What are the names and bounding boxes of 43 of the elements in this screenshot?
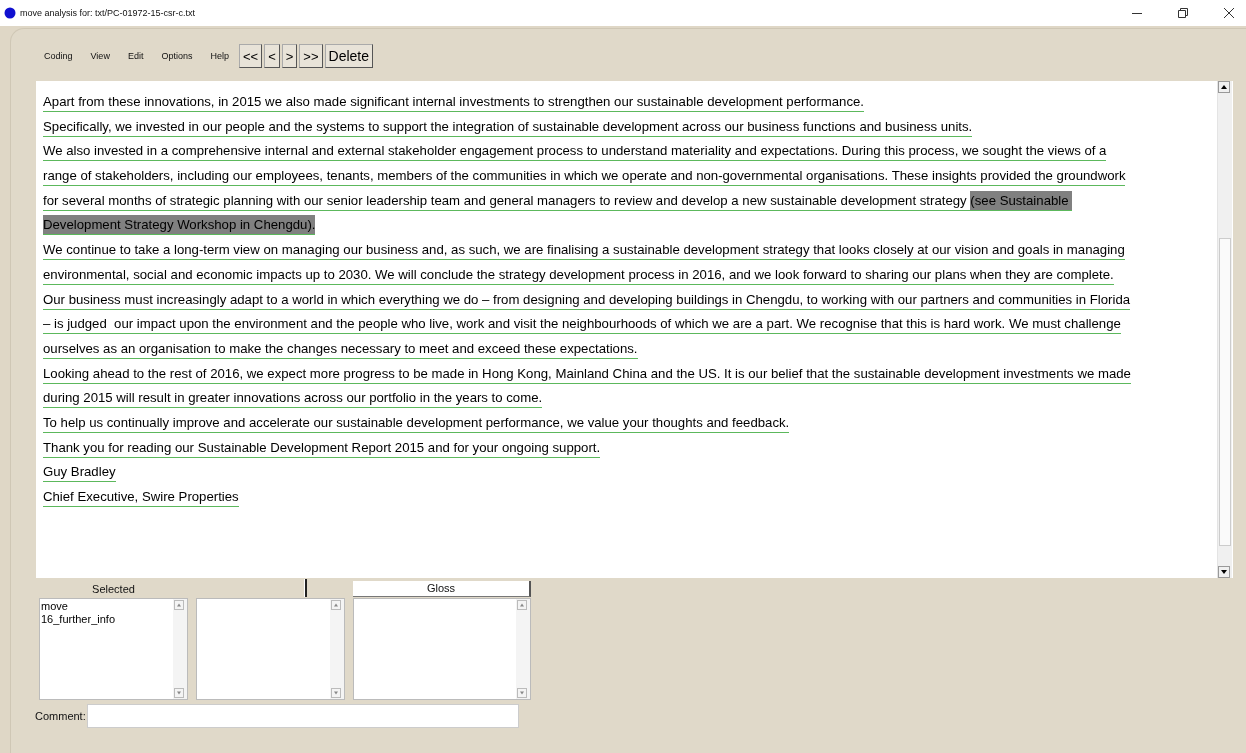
menu-item[interactable]: Options — [161, 51, 193, 61]
list-header: Selected — [92, 583, 135, 597]
divider-handle[interactable] — [304, 579, 307, 597]
list-header[interactable]: Gloss — [353, 581, 531, 597]
restore-icon[interactable] — [1178, 8, 1188, 18]
text-line: Guy Bradley — [43, 462, 116, 483]
menu-item[interactable]: Help — [210, 51, 229, 61]
text-line: ourselves as an organisation to make the changes necessary to meet and exceed these expectations. — [43, 338, 638, 359]
scroll-down-icon[interactable] — [1218, 566, 1230, 578]
list-box[interactable] — [353, 598, 531, 700]
text-line: To help us continually improve and accelerate our sustainable development performance, we value your thoughts and feedback. — [43, 412, 790, 433]
text-line: Looking ahead to the rest of 2016, we expect more progress to be made in Hong Kong, Mainland China and the US. It is our belief that the sustainable development investments we made — [43, 363, 1131, 384]
scroll-up-icon[interactable] — [1218, 81, 1230, 93]
text-line: range of stakeholders, including our employees, tenants, members of the communities in which we operate and non-governmental organisations. These insights provided the groundwork — [43, 166, 1126, 187]
menu-item[interactable]: Edit — [127, 51, 144, 61]
nav-button[interactable]: < — [264, 44, 280, 68]
nav-button[interactable]: > — [281, 44, 298, 68]
nav-button[interactable]: >> — [299, 44, 323, 68]
text-line: during 2015 will result in greater innovations across our portfolio in the years to come. — [43, 388, 543, 409]
text-line: We also invested in a comprehensive internal and external stakeholder engagement process to understand materiality and expectations. During this process, we sought the views of a — [43, 141, 1107, 162]
text-line: Specifically, we invested in our people and the systems to support the integration of sustainable development across our business functions and business units. — [43, 116, 973, 137]
comment-label: Comment: — [35, 710, 86, 722]
text-line: – is judged our impact upon the environment and the people who live, work and visit the neighbourhoods of which we are a part. We recognise that this is hard work. We must challenge — [43, 314, 1121, 335]
list-item[interactable]: move — [41, 600, 173, 613]
list-box[interactable]: move 16_further_info — [39, 598, 188, 700]
menu-item[interactable]: Coding — [44, 51, 73, 61]
text-line: Apart from these innovations, in 2015 we also made significant internal investments to strengthen our sustainable development performance. — [43, 92, 865, 112]
text-line: environmental, social and economic impacts up to 2030. We will conclude the strategy development process in 2016, and we look forward to sharing our plans when they are complete. — [43, 264, 1114, 285]
text-line: Our business must increasingly adapt to a world in which everything we do – from designing and developing buildings in Chengdu, to working with our partners and communities in Florida — [43, 289, 1131, 310]
window-title: move analysis for: txt/PC-01972-15-csr-c.txt — [20, 8, 196, 18]
nav-button[interactable]: Delete — [324, 44, 373, 68]
list-item[interactable]: 16_further_info — [41, 613, 173, 626]
nav-button[interactable]: << — [238, 44, 263, 68]
app-icon — [4, 7, 16, 19]
comment-field[interactable] — [86, 704, 519, 728]
text-line: We continue to take a long-term view on managing our business and, as such, we are finalising a sustainable development strategy that looks closely at our vision and goals in managing — [43, 240, 1125, 261]
menu-item[interactable]: View — [90, 51, 110, 61]
scrollbar[interactable] — [1217, 81, 1232, 578]
text-line: Chief Executive, Swire Properties — [43, 487, 239, 507]
scroll-thumb[interactable] — [1219, 238, 1231, 546]
text-line: for several months of strategic planning with our senior leadership team and general managers to review and develop a new sustainable development strategy — [43, 190, 971, 211]
text-line: Thank you for reading our Sustainable Development Report 2015 and for your ongoing support. — [43, 437, 601, 458]
close-icon[interactable] — [1224, 8, 1234, 18]
